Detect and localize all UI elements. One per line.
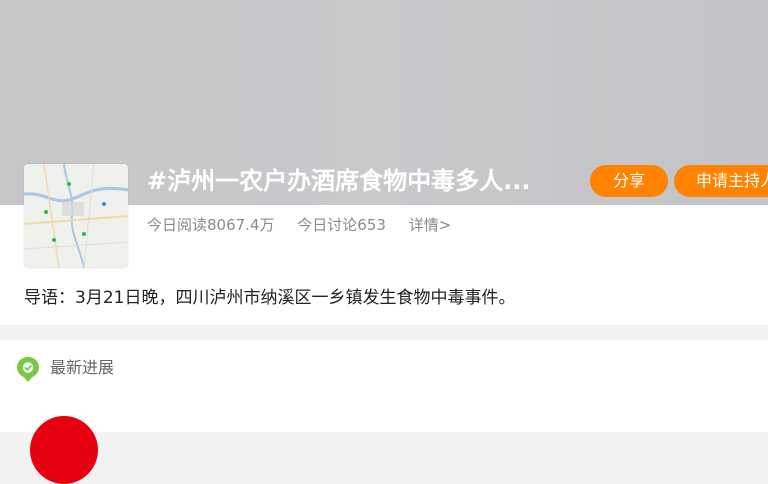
topic-stats: 今日阅读8067.4万 今日讨论653 详情> xyxy=(147,214,469,236)
topic-lead: 导语：3月21日晚，四川泸州市纳溪区一乡镇发生食物中毒事件。 xyxy=(24,288,516,308)
share-button[interactable]: 分享 xyxy=(590,165,668,197)
topic-map-thumbnail[interactable] xyxy=(24,164,128,268)
map-image xyxy=(24,164,128,268)
avatar[interactable] xyxy=(30,416,98,484)
location-pin-icon xyxy=(15,355,41,383)
latest-progress-section xyxy=(0,340,768,432)
latest-progress-title: 最新进展 xyxy=(50,358,115,377)
topic-title: #泸州一农户办酒席食物中毒多人... xyxy=(147,167,531,195)
today-reads: 今日阅读8067.4万 xyxy=(147,216,275,234)
today-discussions: 今日讨论653 xyxy=(297,216,386,234)
details-link[interactable]: 详情> xyxy=(409,216,452,234)
apply-host-button[interactable]: 申请主持人 xyxy=(674,165,768,197)
